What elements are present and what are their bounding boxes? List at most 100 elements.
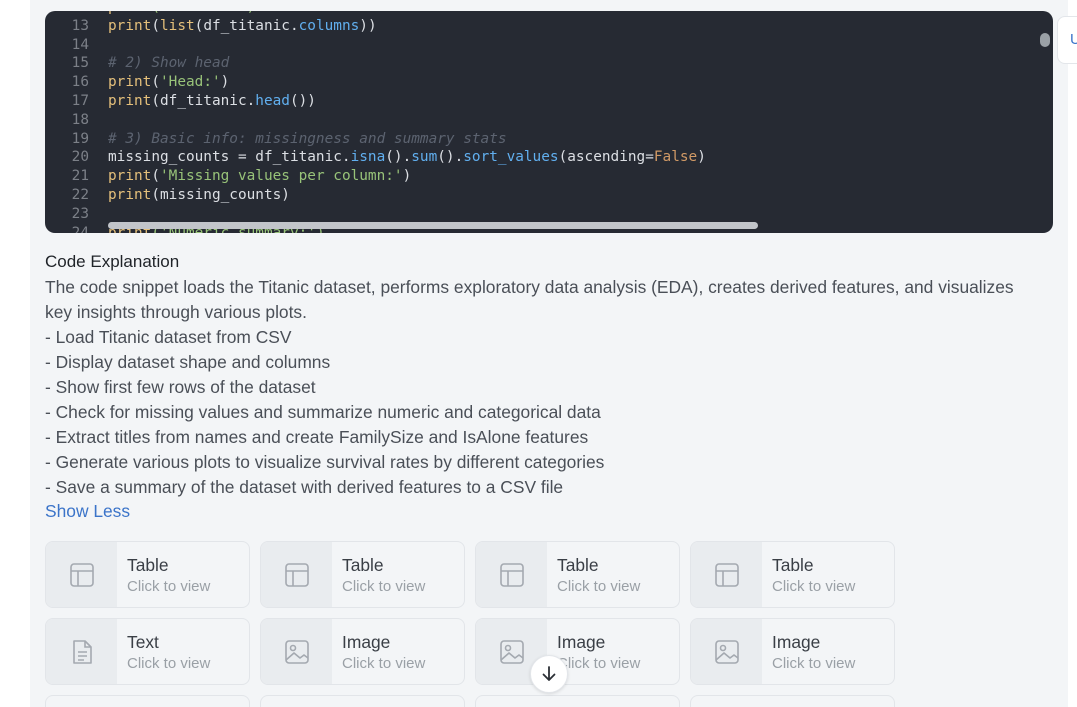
code-token: sort_values bbox=[463, 149, 559, 166]
explanation-point: - Save a summary of the dataset with der… bbox=[45, 477, 564, 497]
output-tile-text[interactable]: Text Click to view bbox=[45, 618, 250, 685]
tile-subtitle: Click to view bbox=[772, 655, 856, 672]
tile-title: Image bbox=[342, 632, 391, 652]
code-block: 12print('Columns:')13print(list(df_titan… bbox=[45, 11, 1053, 233]
code-token: ( bbox=[151, 168, 160, 185]
code-line: 17 print(df_titanic.head()) bbox=[45, 92, 1053, 111]
output-tile-image[interactable]: Image Click to view bbox=[690, 618, 895, 685]
output-tile-table[interactable]: Table Click to view bbox=[260, 541, 465, 608]
code-text: print(list(df_titanic.columns)) bbox=[89, 17, 377, 36]
tile-subtitle: Click to view bbox=[127, 578, 211, 595]
code-token: (missing_counts) bbox=[151, 186, 290, 203]
code-line: 14 bbox=[45, 36, 1053, 55]
table-icon bbox=[284, 562, 309, 587]
output-tile-partial[interactable] bbox=[690, 695, 895, 707]
tile-icon-box bbox=[476, 542, 547, 607]
tile-title: Table bbox=[342, 555, 384, 575]
code-token: print bbox=[108, 17, 152, 34]
tile-title: Table bbox=[772, 555, 814, 575]
explanation-point: - Check for missing values and summarize… bbox=[45, 402, 601, 422]
code-token: (df_titanic. bbox=[194, 17, 299, 34]
code-lines: 12print('Columns:')13print(list(df_titan… bbox=[45, 11, 1053, 233]
document-icon bbox=[72, 639, 92, 664]
arrow-down-icon bbox=[542, 666, 556, 681]
output-tile-partial[interactable] bbox=[45, 695, 250, 707]
output-tile-image[interactable]: Image Click to view bbox=[475, 618, 680, 685]
code-token: columns bbox=[298, 17, 360, 34]
code-text: print('Missing values per column:') bbox=[89, 167, 411, 186]
tile-icon-box bbox=[691, 542, 762, 607]
code-line: 20 missing_counts = df_titanic.isna().sum… bbox=[45, 148, 1053, 167]
tile-text: Table Click to view bbox=[547, 542, 640, 607]
output-tile-table[interactable]: Table Click to view bbox=[45, 541, 250, 608]
line-number: 20 bbox=[71, 149, 89, 166]
line-number: 16 bbox=[71, 74, 89, 91]
code-token: print bbox=[108, 168, 152, 185]
code-token: (ascending= bbox=[558, 149, 654, 166]
code-token: (). bbox=[385, 149, 412, 166]
code-line: 18 bbox=[45, 111, 1053, 130]
side-tab[interactable]: U bbox=[1057, 16, 1077, 64]
tile-icon-box bbox=[261, 542, 332, 607]
code-line: 23 bbox=[45, 205, 1053, 224]
tile-title: Table bbox=[127, 555, 169, 575]
tile-text: Table Click to view bbox=[117, 542, 210, 607]
line-number: 22 bbox=[71, 186, 89, 203]
output-tiles: Table Click to view Table Click to view Tabl… bbox=[45, 541, 895, 707]
line-number: 14 bbox=[71, 36, 89, 53]
output-tile-partial[interactable] bbox=[260, 695, 465, 707]
output-tile-partial[interactable] bbox=[475, 695, 680, 707]
code-token: # 2) Show head bbox=[108, 55, 230, 72]
code-text: # 2) Show head bbox=[89, 54, 229, 73]
code-token: isna bbox=[350, 149, 386, 166]
code-token: ( bbox=[151, 17, 160, 34]
image-icon bbox=[714, 639, 739, 664]
explanation-title: Code Explanation bbox=[45, 252, 180, 271]
output-tile-table[interactable]: Table Click to view bbox=[475, 541, 680, 608]
output-tile-table[interactable]: Table Click to view bbox=[690, 541, 895, 608]
code-line: 16 print('Head:') bbox=[45, 73, 1053, 92]
image-icon bbox=[499, 639, 524, 664]
code-token: # 3) Basic info: missingness and summary… bbox=[108, 130, 507, 147]
explanation-points: - Load Titanic dataset from CSV - Display… bbox=[45, 325, 1035, 500]
chat-panel: 12print('Columns:')13print(list(df_titan… bbox=[30, 0, 1068, 707]
output-tile-image[interactable]: Image Click to view bbox=[260, 618, 465, 685]
code-text: print('Head:') bbox=[89, 73, 229, 92]
code-line: 19 # 3) Basic info: missingness and summa… bbox=[45, 130, 1053, 149]
table-icon bbox=[499, 562, 524, 587]
code-token: missing_counts = df_titanic. bbox=[108, 149, 351, 166]
show-less-link[interactable]: Show Less bbox=[45, 501, 130, 522]
line-number: 15 bbox=[71, 55, 89, 72]
code-token: print bbox=[108, 92, 152, 109]
tile-icon-box bbox=[46, 619, 117, 684]
tile-subtitle: Click to view bbox=[772, 578, 856, 595]
line-number: 23 bbox=[71, 205, 89, 222]
side-tab-label: U bbox=[1070, 31, 1077, 48]
code-token: print bbox=[108, 186, 152, 203]
line-number: 21 bbox=[71, 168, 89, 185]
code-token: ('Columns:') bbox=[151, 11, 255, 15]
image-icon bbox=[284, 639, 309, 664]
line-number: 18 bbox=[71, 111, 89, 128]
horizontal-scrollbar[interactable] bbox=[108, 222, 758, 229]
explanation-summary: The code snippet loads the Titanic datas… bbox=[45, 277, 1014, 322]
tile-text: Table Click to view bbox=[762, 542, 855, 607]
tile-subtitle: Click to view bbox=[127, 655, 211, 672]
line-number: 17 bbox=[71, 92, 89, 109]
tile-title: Table bbox=[557, 555, 599, 575]
code-token: head bbox=[255, 92, 290, 109]
explanation-point: - Generate various plots to visualize su… bbox=[45, 452, 605, 472]
code-token: print bbox=[108, 11, 151, 15]
code-text: print(missing_counts) bbox=[89, 186, 290, 205]
code-token: ) bbox=[402, 168, 412, 185]
vertical-scrollbar[interactable] bbox=[1040, 33, 1050, 47]
tile-text: Text Click to view bbox=[117, 619, 210, 684]
code-token: list bbox=[160, 17, 195, 34]
tile-text: Image Click to view bbox=[762, 619, 855, 684]
code-token: ) bbox=[220, 74, 230, 91]
code-line: 22 print(missing_counts) bbox=[45, 186, 1053, 205]
code-text: print(df_titanic.head()) bbox=[89, 92, 316, 111]
scroll-down-button[interactable] bbox=[530, 655, 568, 693]
tile-title: Text bbox=[127, 632, 159, 652]
explanation-body: The code snippet loads the Titanic datas… bbox=[45, 275, 1035, 500]
